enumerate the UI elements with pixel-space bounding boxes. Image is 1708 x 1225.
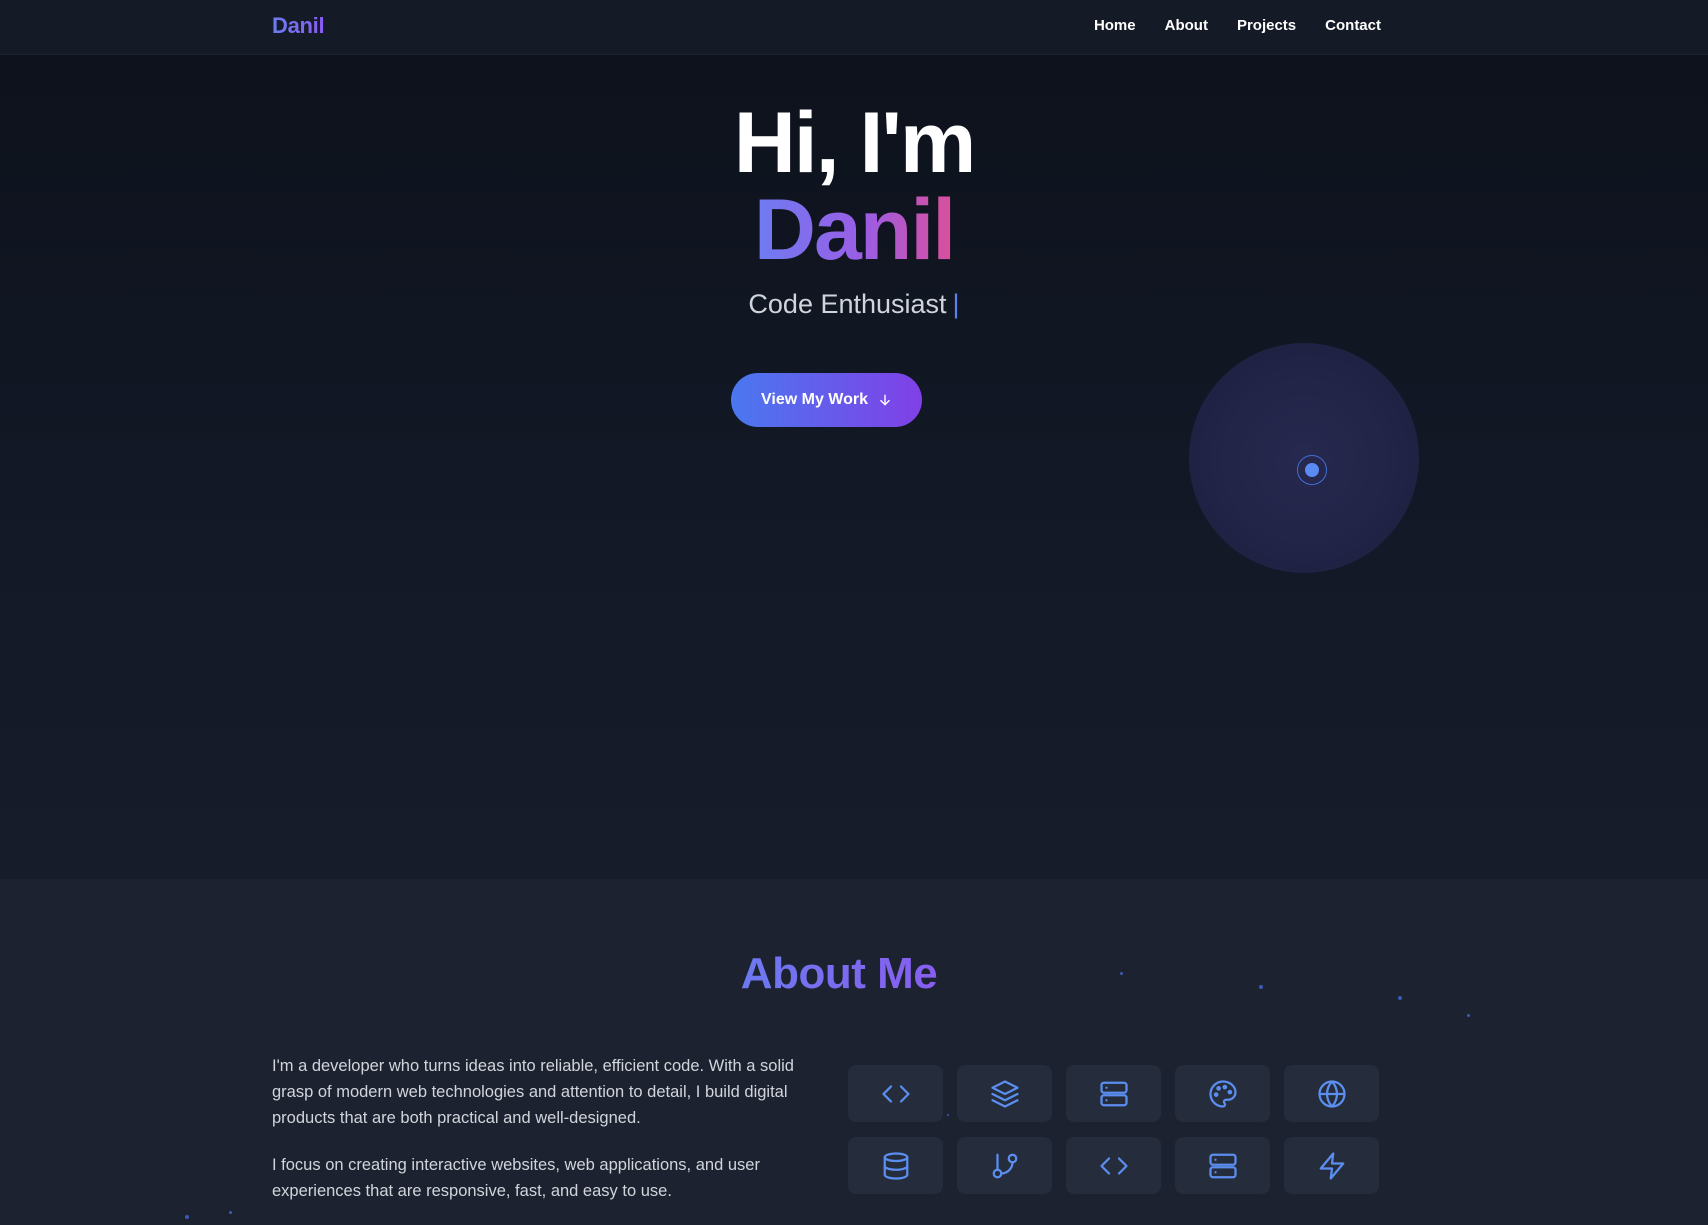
nav-link-projects[interactable]: Projects bbox=[1237, 17, 1296, 34]
particle-dot bbox=[185, 1215, 189, 1219]
skill-tile-globe[interactable] bbox=[1284, 1065, 1379, 1122]
skill-tile-git[interactable] bbox=[957, 1137, 1052, 1194]
skill-tile-code-2[interactable] bbox=[1066, 1137, 1161, 1194]
brand-logo[interactable]: Danil bbox=[272, 13, 325, 39]
nav-link-about[interactable]: About bbox=[1165, 17, 1208, 34]
tagline-text: Code Enthusiast bbox=[748, 289, 947, 319]
particle-dot bbox=[1398, 996, 1402, 1000]
about-title: About Me bbox=[729, 949, 949, 999]
hero-name-line: Danil bbox=[0, 180, 1708, 280]
typing-cursor: | bbox=[952, 289, 960, 319]
particle-dot bbox=[1259, 985, 1263, 989]
nav-links: Home About Projects Contact bbox=[1065, 17, 1381, 34]
server-icon bbox=[1208, 1153, 1237, 1178]
skill-tile-code[interactable] bbox=[848, 1065, 943, 1122]
skill-tile-layers[interactable] bbox=[957, 1065, 1052, 1122]
arrow-down-icon bbox=[880, 394, 890, 406]
particle-dot bbox=[229, 1211, 232, 1214]
view-my-work-button[interactable]: View My Work bbox=[731, 373, 922, 427]
hero-tagline: Code Enthusiast | bbox=[0, 289, 1708, 320]
skill-tile-server-2[interactable] bbox=[1175, 1137, 1270, 1194]
server-icon bbox=[1099, 1081, 1128, 1106]
about-paragraph: I'm a developer who turns ideas into rel… bbox=[272, 1057, 794, 1127]
about-paragraph: I focus on creating interactive websites… bbox=[272, 1156, 760, 1200]
skills-grid bbox=[848, 1065, 1379, 1194]
hero-greeting: Hi, I'm bbox=[733, 95, 977, 191]
layers-icon bbox=[990, 1079, 1019, 1108]
zap-icon bbox=[1319, 1151, 1344, 1180]
globe-icon bbox=[1317, 1079, 1346, 1108]
skill-tile-database[interactable] bbox=[848, 1137, 943, 1194]
about-section: About Me I'm a developer who turns ideas… bbox=[0, 879, 1708, 1225]
nav-link-contact[interactable]: Contact bbox=[1325, 17, 1381, 34]
code-icon bbox=[881, 1084, 910, 1103]
hero-section: Hi, I'm Danil Code Enthusiast | View My W… bbox=[0, 55, 1708, 879]
about-text: I'm a developer who turns ideas into rel… bbox=[272, 1053, 802, 1225]
database-icon bbox=[883, 1151, 908, 1180]
particle-dot bbox=[1467, 1014, 1470, 1017]
skill-tile-palette[interactable] bbox=[1175, 1065, 1270, 1122]
git-branch-icon bbox=[992, 1153, 1017, 1178]
orb-indicator bbox=[1297, 455, 1327, 485]
hero-name: Danil bbox=[753, 182, 956, 278]
view-my-work-label: View My Work bbox=[761, 391, 868, 408]
orb-dot bbox=[1305, 463, 1319, 477]
skill-tile-server[interactable] bbox=[1066, 1065, 1161, 1122]
nav-link-home[interactable]: Home bbox=[1094, 17, 1136, 34]
top-navbar: Danil Home About Projects Contact bbox=[0, 0, 1708, 55]
code-icon bbox=[1099, 1156, 1128, 1175]
skill-tile-zap[interactable] bbox=[1284, 1137, 1379, 1194]
palette-icon bbox=[1208, 1079, 1237, 1108]
particle-dot bbox=[1120, 972, 1123, 975]
